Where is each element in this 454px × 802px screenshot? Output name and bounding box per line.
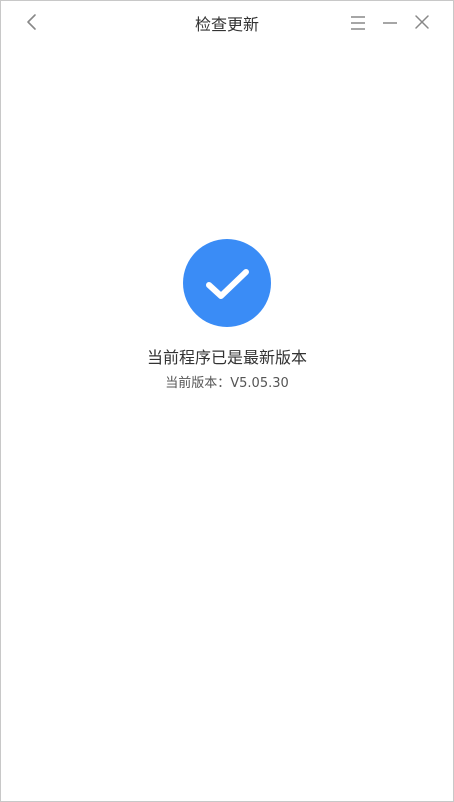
version-value: V5.05.30 <box>230 376 289 391</box>
version-label: 当前版本： <box>165 376 231 391</box>
success-badge <box>183 239 271 327</box>
current-version: 当前版本：V5.05.30 <box>1 372 453 391</box>
update-status-panel: 当前程序已是最新版本 当前版本：V5.05.30 <box>1 1 453 801</box>
up-to-date-message: 当前程序已是最新版本 <box>146 348 307 367</box>
checkmark-icon <box>206 269 249 299</box>
update-window: 检查更新 当前程序已是最新版本 当前版本：V5.05.30 <box>0 0 454 802</box>
